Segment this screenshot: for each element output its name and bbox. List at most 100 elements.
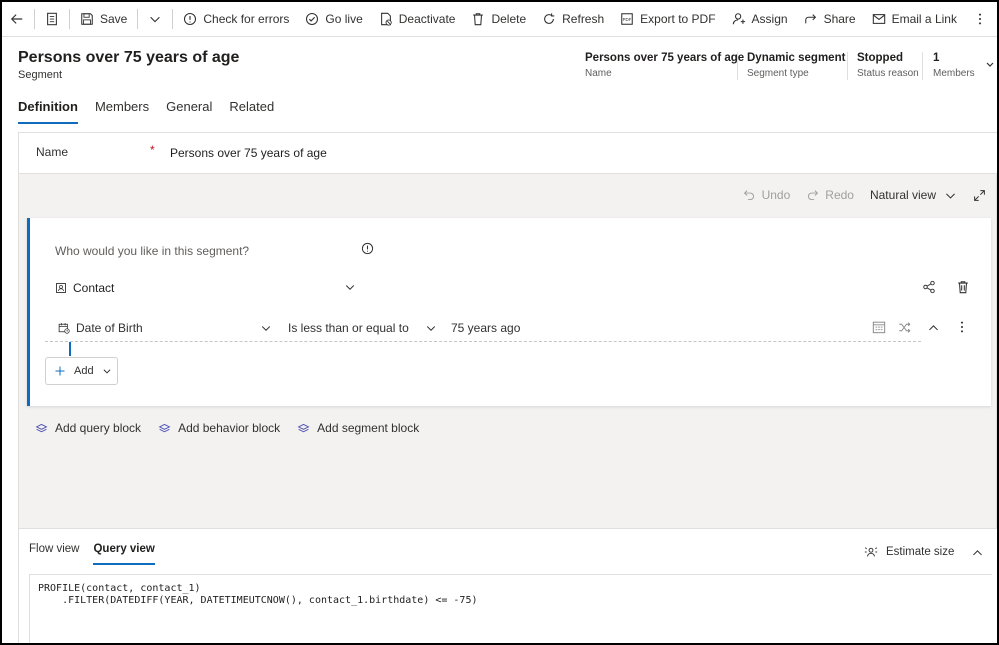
- add-block-actions: Add query block Add behavior block Add s…: [35, 421, 436, 435]
- back-button[interactable]: [2, 2, 32, 37]
- header-field-label: Members: [933, 68, 975, 79]
- save-icon: [81, 13, 93, 25]
- estimate-size-label: Estimate size: [886, 546, 955, 558]
- save-options-button[interactable]: [140, 2, 170, 37]
- query-line: .FILTER(DATEDIFF(YEAR, DATETIMEUTCNOW(),…: [38, 595, 478, 606]
- header-field-segment-type: Dynamic segment Segment type: [737, 52, 845, 82]
- contact-card-icon: [56, 283, 66, 293]
- redo-button[interactable]: Redo: [806, 188, 854, 202]
- query-block-icon: [35, 423, 48, 432]
- condition-row: Date of Birth Is less than or equal to 7…: [45, 314, 921, 342]
- definition-panel: Name * Persons over 75 years of age Undo…: [18, 132, 997, 643]
- header-field-name: Persons over 75 years of age Name: [575, 52, 744, 82]
- calendar-clock-icon: [58, 323, 70, 334]
- go-live-button[interactable]: Go live: [297, 2, 370, 37]
- check-errors-icon: [184, 12, 197, 26]
- people-estimate-icon: [864, 547, 878, 557]
- share-icon: [804, 14, 816, 24]
- relationship-icon[interactable]: [922, 280, 936, 294]
- delete-button[interactable]: Delete: [463, 2, 534, 37]
- refresh-label: Refresh: [562, 12, 605, 26]
- add-query-block-button[interactable]: Add query block: [35, 421, 141, 435]
- assign-icon: [732, 13, 745, 25]
- undo-label: Undo: [761, 188, 791, 202]
- save-button[interactable]: Save: [72, 2, 135, 37]
- email-link-button[interactable]: Email a Link: [864, 2, 965, 37]
- header-field-value: 1: [933, 52, 940, 64]
- add-behavior-block-button[interactable]: Add behavior block: [158, 421, 280, 435]
- deactivate-label: Deactivate: [398, 12, 456, 26]
- form-view-button[interactable]: [37, 2, 67, 37]
- back-arrow-icon: [10, 14, 23, 24]
- view-tabs: Flow view Query view: [29, 543, 169, 565]
- add-segment-block-button[interactable]: Add segment block: [297, 421, 419, 435]
- deactivate-icon: [380, 12, 392, 26]
- add-condition-button[interactable]: Add: [45, 357, 118, 385]
- plus-icon: [55, 366, 65, 376]
- add-behavior-block-label: Add behavior block: [178, 421, 281, 435]
- condition-value-input[interactable]: 75 years ago: [451, 321, 520, 335]
- app-window: Save Check for errors Go live Deactivate…: [0, 0, 999, 645]
- check-errors-button[interactable]: Check for errors: [175, 2, 297, 37]
- more-vertical-icon[interactable]: [955, 320, 969, 334]
- info-icon[interactable]: [361, 242, 374, 255]
- refresh-button[interactable]: Refresh: [534, 2, 612, 37]
- name-input[interactable]: Persons over 75 years of age: [170, 146, 327, 160]
- redo-label: Redo: [825, 188, 854, 202]
- email-link-label: Email a Link: [891, 12, 957, 26]
- undo-button[interactable]: Undo: [743, 188, 791, 202]
- add-query-block-label: Add query block: [55, 421, 142, 435]
- delete-icon[interactable]: [956, 280, 970, 294]
- chevron-up-icon[interactable]: [971, 546, 984, 559]
- divider: [172, 9, 174, 29]
- shuffle-icon[interactable]: [898, 321, 911, 334]
- segment-block-icon: [297, 423, 310, 432]
- more-vertical-icon: [978, 13, 982, 25]
- chevron-down-icon: [103, 369, 111, 374]
- header-expand-icon[interactable]: [985, 60, 995, 70]
- divider: [137, 9, 139, 29]
- export-pdf-button[interactable]: PDF Export to PDF: [612, 2, 723, 37]
- add-label: Add: [74, 365, 94, 377]
- header-field-value: Dynamic segment: [747, 52, 846, 64]
- header-field-status-reason: Stopped Status reason: [847, 52, 919, 82]
- entity-selector[interactable]: Contact: [55, 281, 114, 295]
- tab-members[interactable]: Members: [95, 99, 149, 121]
- chevron-up-icon[interactable]: [927, 321, 940, 334]
- tab-query-view[interactable]: Query view: [93, 543, 156, 565]
- pdf-icon: PDF: [621, 13, 633, 25]
- chevron-down-icon[interactable]: [260, 322, 272, 334]
- refresh-icon: [544, 13, 555, 24]
- segment-question: Who would you like in this segment?: [55, 244, 250, 258]
- estimate-size-button[interactable]: Estimate size: [864, 545, 954, 559]
- add-segment-block-label: Add segment block: [317, 421, 420, 435]
- svg-text:PDF: PDF: [623, 17, 632, 22]
- view-mode-dropdown[interactable]: Natural view: [870, 188, 957, 202]
- chevron-down-icon: [150, 16, 161, 23]
- connector-line: [69, 342, 71, 356]
- tab-definition[interactable]: Definition: [18, 99, 78, 124]
- deactivate-button[interactable]: Deactivate: [371, 2, 464, 37]
- attribute-selector[interactable]: Date of Birth: [58, 321, 143, 335]
- check-errors-label: Check for errors: [203, 12, 290, 26]
- more-commands-button[interactable]: [965, 2, 995, 37]
- page-title: Persons over 75 years of age: [18, 49, 240, 66]
- behavior-block-icon: [158, 423, 171, 432]
- chevron-down-icon[interactable]: [344, 281, 356, 293]
- operator-selector[interactable]: Is less than or equal to: [288, 321, 409, 335]
- assign-button[interactable]: Assign: [724, 2, 796, 37]
- chevron-down-icon[interactable]: [425, 322, 437, 334]
- designer-toolbar: Undo Redo Natural view: [727, 188, 986, 202]
- calendar-icon[interactable]: [872, 320, 886, 334]
- header-field-value: Stopped: [857, 52, 903, 64]
- share-button[interactable]: Share: [796, 2, 864, 37]
- email-icon: [872, 14, 885, 24]
- query-code[interactable]: PROFILE(contact, contact_1) .FILTER(DATE…: [29, 574, 992, 643]
- name-row: Name * Persons over 75 years of age: [19, 133, 997, 174]
- expand-button[interactable]: [973, 189, 986, 202]
- tab-flow-view[interactable]: Flow view: [29, 543, 79, 561]
- tab-general[interactable]: General: [166, 99, 212, 121]
- document-icon: [47, 12, 57, 26]
- required-marker: *: [150, 143, 155, 157]
- tab-related[interactable]: Related: [229, 99, 274, 121]
